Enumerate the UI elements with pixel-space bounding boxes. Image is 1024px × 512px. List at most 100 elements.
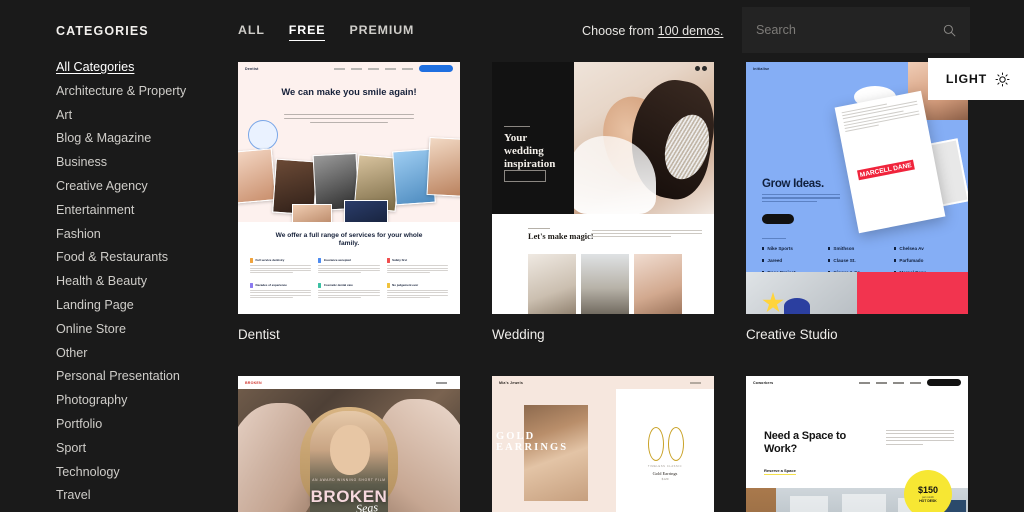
feature-icon xyxy=(318,257,322,263)
tab-all[interactable]: ALL xyxy=(238,23,265,41)
hero-subtext xyxy=(284,114,414,123)
sidebar-item-online-store[interactable]: Online Store xyxy=(56,318,230,342)
demo-thumbnail-dentist[interactable]: Dentist We can make you smile again! We … xyxy=(238,62,460,314)
section-heading: Let's make magic! xyxy=(528,232,594,241)
demo-thumbnail-wedding[interactable]: Your wedding inspiration Let's make magi… xyxy=(492,62,714,314)
demo-thumbnail-broken-seas[interactable]: BROKEN AN AWARD WINNING SHORT FILM BROKE… xyxy=(238,376,460,512)
client-item: Smithson xyxy=(828,246,890,251)
mini-nav-links xyxy=(859,381,921,384)
hero-link[interactable]: Reserve a Space xyxy=(764,468,796,475)
template-gallery-app: CATEGORIES All Categories Architecture &… xyxy=(0,0,1024,512)
client-item: Chelsea Av xyxy=(894,246,956,251)
sidebar-item-sport[interactable]: Sport xyxy=(56,437,230,461)
product-name: Gold Earrings xyxy=(652,471,678,476)
promo-badge xyxy=(248,120,278,150)
tablet-headline: MARCELL DANE xyxy=(857,159,915,181)
demo-card-broken-seas[interactable]: BROKEN AN AWARD WINNING SHORT FILM BROKE… xyxy=(238,376,460,512)
top-bar: ALL FREE PREMIUM Choose from 100 demos. xyxy=(230,0,1024,60)
sidebar-item-blog-magazine[interactable]: Blog & Magazine xyxy=(56,127,230,151)
sidebar-item-health-beauty[interactable]: Health & Beauty xyxy=(56,270,230,294)
feature-icon xyxy=(386,282,390,288)
search-input[interactable] xyxy=(756,23,943,37)
footer-image-right xyxy=(857,272,968,314)
post-item[interactable]: Essential Tips & Tricks from Wedding Pla… xyxy=(581,254,629,314)
price-value: $150 xyxy=(917,485,939,495)
hero-headline: BROKEN xyxy=(310,487,388,506)
product-panel: TIMELESS CLASSIC Gold Earrings $120 xyxy=(616,389,714,512)
sidebar-item-business[interactable]: Business xyxy=(56,151,230,175)
sidebar-item-travel[interactable]: Travel xyxy=(56,484,230,508)
sidebar-item-art[interactable]: Art xyxy=(56,104,230,128)
categories-sidebar: CATEGORIES All Categories Architecture &… xyxy=(0,0,230,512)
mini-nav-links xyxy=(690,381,701,384)
light-mode-toggle[interactable]: LIGHT xyxy=(927,58,1024,100)
feature-label: Cosmetic dental care xyxy=(323,283,353,287)
demo-card-gold-earrings[interactable]: Mia's Jewels GOLD EARRINGS TIMELESS CLAS… xyxy=(492,376,714,512)
demo-card-dentist[interactable]: Dentist We can make you smile again! We … xyxy=(238,62,460,342)
hero-panel: Your wedding inspiration xyxy=(492,62,574,214)
sidebar-item-entertainment[interactable]: Entertainment xyxy=(56,199,230,223)
demo-thumbnail-coworking[interactable]: Coworkers Need a Space to Work? Reserve … xyxy=(746,376,968,512)
price-badge: $150 per month HOT DESK xyxy=(904,470,952,512)
sidebar-item-landing-page[interactable]: Landing Page xyxy=(56,294,230,318)
search-box[interactable] xyxy=(742,7,970,53)
feature-label: No judgement ever xyxy=(392,283,419,287)
feature-label: Full service dentistry xyxy=(255,258,285,263)
sidebar-item-personal-presentation[interactable]: Personal Presentation xyxy=(56,365,230,389)
client-item: Jareed xyxy=(762,258,824,263)
demo-count-prefix: Choose from xyxy=(582,24,658,38)
demo-thumbnail-gold-earrings[interactable]: Mia's Jewels GOLD EARRINGS TIMELESS CLAS… xyxy=(492,376,714,512)
feature-item: Insurance accepted xyxy=(318,257,380,275)
hero-headline: Grow Ideas. xyxy=(762,178,824,190)
demo-card-title: Wedding xyxy=(492,327,545,342)
sidebar-item-architecture-property[interactable]: Architecture & Property xyxy=(56,80,230,104)
hero-section: Your wedding inspiration xyxy=(492,62,714,214)
tab-premium[interactable]: PREMIUM xyxy=(349,23,414,41)
feature-item: No judgement ever xyxy=(386,282,448,300)
hero-cta-button[interactable] xyxy=(504,170,546,182)
hero-headline: Your wedding inspiration xyxy=(504,132,556,170)
feature-label: Decades of experience xyxy=(255,283,287,287)
search-icon xyxy=(943,24,956,37)
sidebar-item-fashion[interactable]: Fashion xyxy=(56,223,230,247)
feature-icon xyxy=(250,282,253,288)
sidebar-item-food-restaurants[interactable]: Food & Restaurants xyxy=(56,246,230,270)
hero-kicker: AN AWARD WINNING SHORT FILM xyxy=(312,478,386,482)
demo-card-wedding[interactable]: Your wedding inspiration Let's make magi… xyxy=(492,62,714,342)
sidebar-item-photography[interactable]: Photography xyxy=(56,389,230,413)
post-list: A Custom Wedding Cake Made Just for You … xyxy=(528,254,690,314)
feature-icon xyxy=(386,257,390,263)
hero-headline: GOLD EARRINGS xyxy=(496,431,569,453)
hero-headline: We can make you smile again! xyxy=(281,86,417,97)
mini-nav-links xyxy=(436,381,447,384)
post-item[interactable]: Insider Secrets from Wedding Professiona… xyxy=(634,254,682,314)
client-item: Nike Sports xyxy=(762,246,824,251)
bride-photo xyxy=(570,62,714,214)
mini-cta-button[interactable] xyxy=(927,379,961,386)
tab-free[interactable]: FREE xyxy=(288,23,326,41)
sidebar-item-other[interactable]: Other xyxy=(56,342,230,366)
sidebar-item-technology[interactable]: Technology xyxy=(56,461,230,485)
sun-icon xyxy=(995,72,1010,86)
demo-card-creative-studio[interactable]: Initialise MARCELL DANE Grow Ideas. Nike… xyxy=(746,62,968,342)
hero-cta-button[interactable] xyxy=(762,214,794,224)
product-price: $120 xyxy=(661,477,669,481)
sidebar-item-creative-agency[interactable]: Creative Agency xyxy=(56,175,230,199)
social-icons[interactable] xyxy=(694,66,707,71)
hero-paragraph xyxy=(886,430,954,447)
feature-item: Decades of experience xyxy=(250,282,312,300)
sidebar-item-portfolio[interactable]: Portfolio xyxy=(56,413,230,437)
post-item[interactable]: A Custom Wedding Cake Made Just for You xyxy=(528,254,576,314)
product-kicker: TIMELESS CLASSIC xyxy=(647,465,683,468)
feature-label: Insurance accepted xyxy=(323,258,351,263)
services-heading: We offer a full range of services for yo… xyxy=(275,232,423,248)
mini-cta-button[interactable] xyxy=(419,65,453,72)
demo-count-link[interactable]: 100 demos. xyxy=(658,24,724,38)
hero-panel: GOLD EARRINGS xyxy=(492,389,616,512)
mini-nav: BROKEN xyxy=(238,376,460,389)
feature-item: Safety first xyxy=(386,257,448,275)
mini-logo: Dentist xyxy=(245,66,259,71)
demo-card-title: Dentist xyxy=(238,327,280,342)
sidebar-item-all-categories[interactable]: All Categories xyxy=(56,56,230,80)
demo-card-coworking[interactable]: Coworkers Need a Space to Work? Reserve … xyxy=(746,376,968,512)
